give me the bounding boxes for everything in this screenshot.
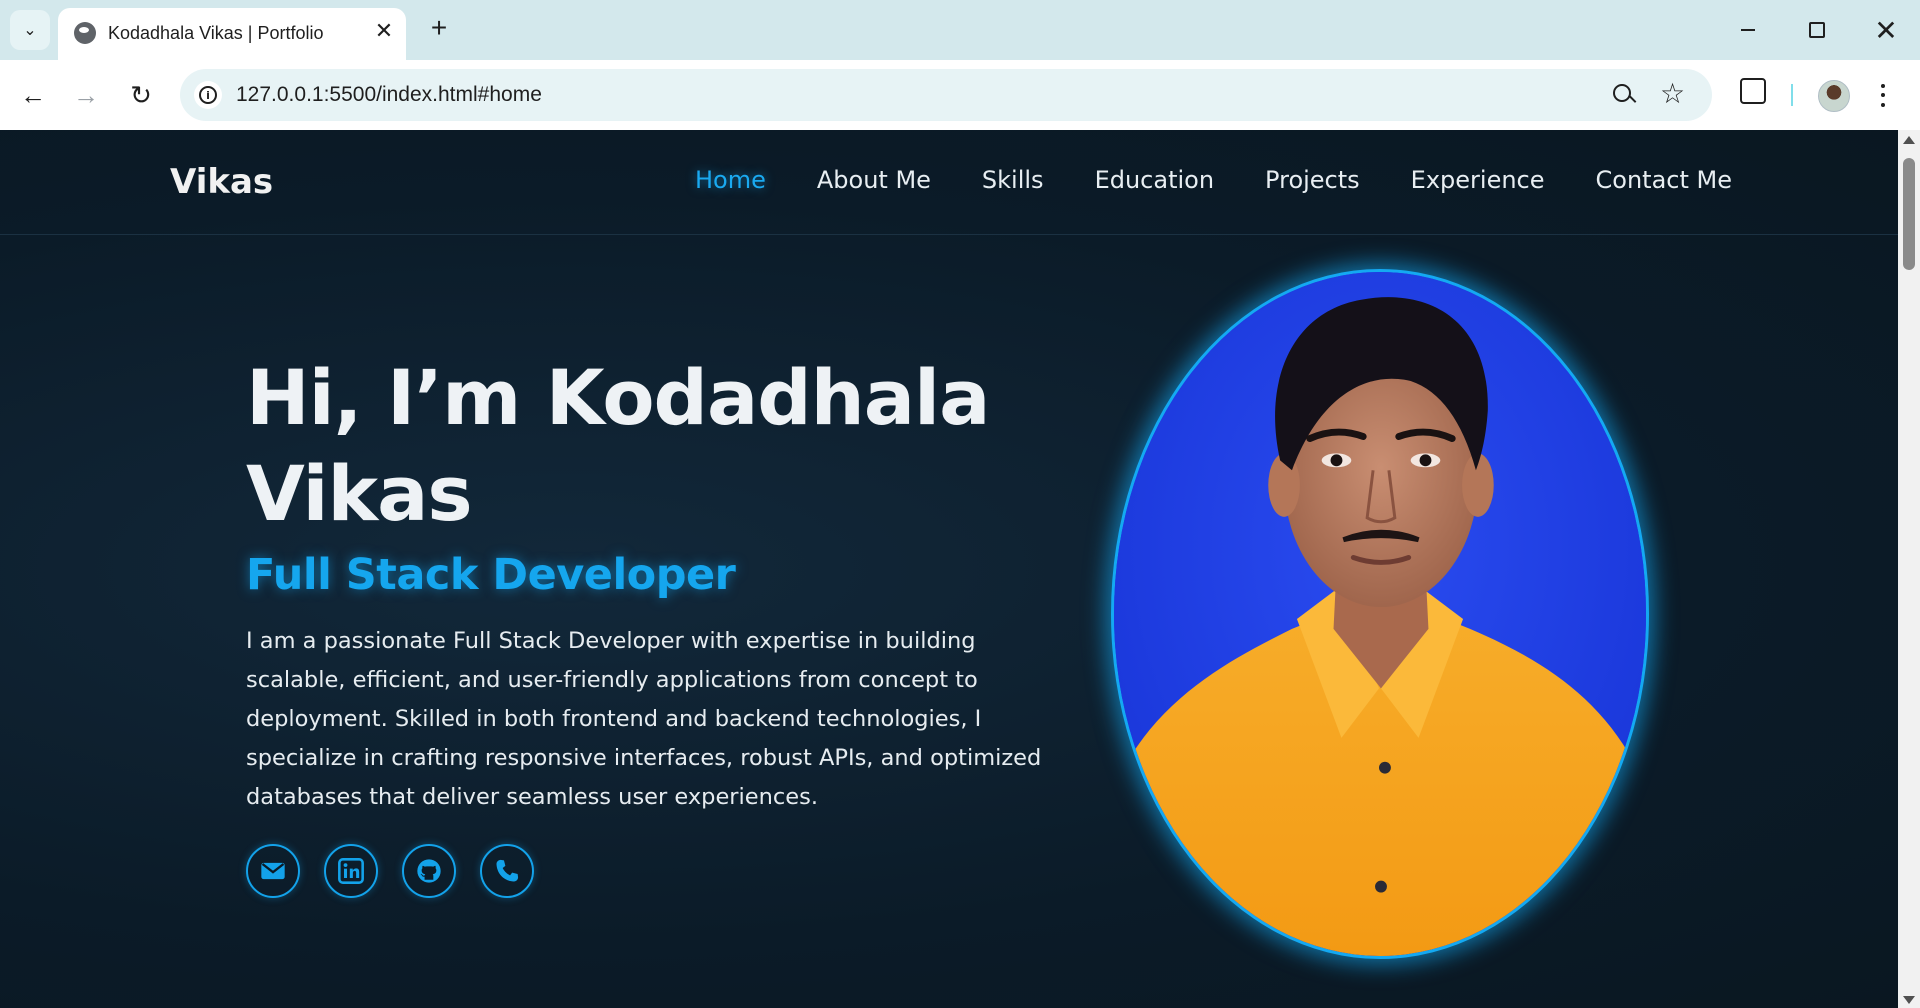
nav-contact[interactable]: Contact Me (1596, 166, 1732, 194)
toolbar-divider (1791, 84, 1793, 106)
nav-education[interactable]: Education (1095, 166, 1214, 194)
nav-about[interactable]: About Me (817, 166, 931, 194)
address-bar[interactable]: i 127.0.0.1:5500/index.html#home ☆ (180, 69, 1712, 121)
star-icon[interactable]: ☆ (1660, 77, 1685, 110)
site-header: Vikas Home About Me Skills Education Pro… (0, 130, 1898, 235)
plus-icon[interactable]: + (423, 12, 455, 44)
scroll-thumb[interactable] (1903, 158, 1915, 270)
avatar[interactable] (1818, 80, 1850, 112)
extensions-icon[interactable] (1740, 78, 1766, 104)
restore-icon[interactable] (1797, 12, 1837, 48)
forward-icon[interactable]: → (67, 76, 105, 114)
globe-icon (74, 22, 96, 44)
site-nav: Home About Me Skills Education Projects … (695, 166, 1732, 194)
nav-projects[interactable]: Projects (1265, 166, 1360, 194)
github-icon[interactable] (402, 844, 456, 898)
email-icon[interactable] (246, 844, 300, 898)
browser-chrome: ⌄ Kodadhala Vikas | Portfolio ✕ + ✕ ← → … (0, 0, 1920, 130)
reload-icon[interactable]: ↻ (122, 76, 160, 114)
scroll-down-icon[interactable] (1903, 996, 1915, 1004)
scroll-up-icon[interactable] (1903, 136, 1915, 144)
linkedin-icon[interactable] (324, 844, 378, 898)
zoom-icon[interactable] (1610, 81, 1638, 109)
tab-strip: ⌄ Kodadhala Vikas | Portfolio ✕ + ✕ (0, 0, 1920, 60)
nav-home[interactable]: Home (695, 166, 766, 194)
close-window-icon[interactable]: ✕ (1866, 12, 1906, 48)
back-icon[interactable]: ← (14, 76, 52, 114)
tab-active[interactable]: Kodadhala Vikas | Portfolio ✕ (58, 8, 406, 60)
close-icon[interactable]: ✕ (370, 17, 398, 45)
nav-skills[interactable]: Skills (982, 166, 1044, 194)
page-viewport: Vikas Home About Me Skills Education Pro… (0, 130, 1898, 1008)
social-links (246, 844, 534, 898)
minimize-icon[interactable] (1728, 12, 1768, 48)
nav-experience[interactable]: Experience (1411, 166, 1545, 194)
url-text[interactable]: 127.0.0.1:5500/index.html#home (236, 83, 542, 107)
browser-toolbar: ← → ↻ i 127.0.0.1:5500/index.html#home ☆ (0, 60, 1920, 130)
tab-title: Kodadhala Vikas | Portfolio (108, 23, 324, 43)
hero-role: Full Stack Developer (246, 550, 736, 600)
page-scrollbar[interactable] (1898, 130, 1920, 1008)
phone-icon[interactable] (480, 844, 534, 898)
hero-title: Hi, I’m Kodadhala Vikas (246, 353, 990, 538)
hero-description: I am a passionate Full Stack Developer w… (246, 628, 1042, 810)
tab-search-icon[interactable]: ⌄ (10, 10, 50, 50)
profile-photo (1111, 269, 1649, 959)
more-icon[interactable] (1878, 78, 1888, 112)
site-logo[interactable]: Vikas (170, 162, 273, 202)
info-icon[interactable]: i (194, 81, 222, 109)
